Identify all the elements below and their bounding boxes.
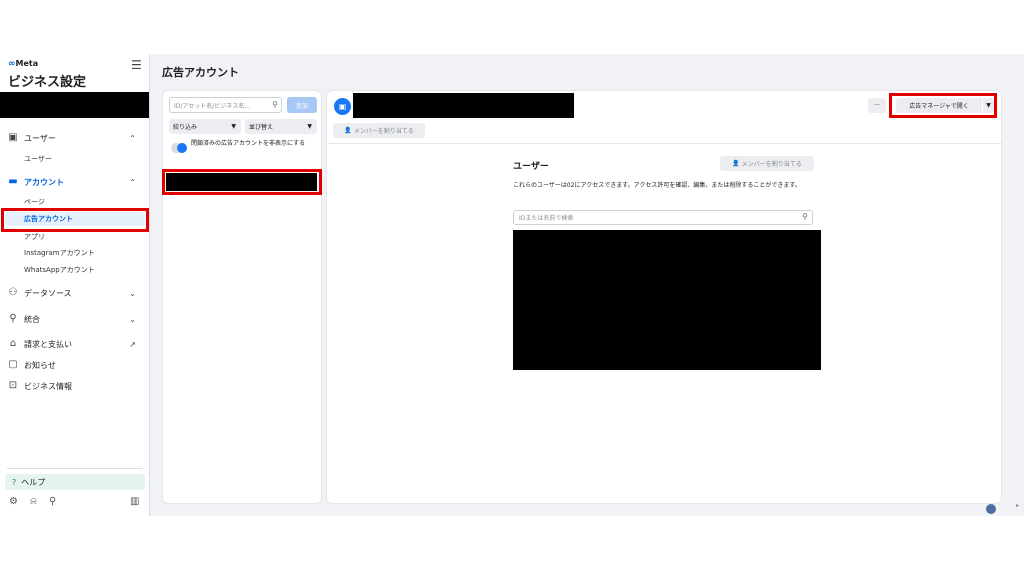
redacted-ad-account-item[interactable] [166, 173, 317, 191]
hide-closed-toggle[interactable] [171, 143, 187, 153]
user-search-input[interactable]: IDまたは名前で検索 ⚲ [513, 210, 813, 225]
person-icon: 👤 [344, 127, 354, 134]
briefcase-icon: ⊡ [8, 380, 18, 391]
assign-member-button-secondary[interactable]: 👤 メンバーを割り当てる [720, 156, 814, 171]
chevron-up-icon: ⌃ [129, 133, 136, 143]
bell-icon[interactable]: ⍾ [30, 496, 37, 507]
sidebar-item-integrations[interactable]: ⚲ 統合 ⌄ [0, 311, 148, 327]
redacted-user-list [513, 230, 821, 370]
ad-account-detail-panel: ▣ 👤 メンバーを割り当てる ··· 広告マネージャで開く ▼ ユーザー 👤 メ… [326, 90, 1003, 504]
sidebar-footer-icons: ⚙ ⍾ ⚲ [9, 496, 65, 507]
folder-icon: ▬ [8, 176, 18, 187]
open-in-ads-manager-button[interactable]: 広告マネージャで開く [896, 98, 982, 113]
caret-down-icon: ▼ [231, 123, 236, 130]
menu-icon[interactable]: ☰ [131, 58, 142, 72]
search-icon: ⚲ [802, 212, 808, 221]
app-frame: ∞Meta ビジネス設定 ☰ ▣ ユーザー ⌃ ユーザー ▬ アカウント ⌃ ペ… [0, 54, 1024, 516]
sidebar-subitem-users[interactable]: ユーザー [0, 151, 148, 167]
users-description: これらのユーザーは02にアクセスできます。アクセス許可を確認、編集、または削除す… [513, 182, 801, 189]
ad-account-list-panel: ID/アセット名/ビジネス名... ⚲ 追加 絞り込み ▼ 並び替え ▼ 閉鎖済みの広… [162, 90, 322, 504]
sidebar-subitem-ad-accounts[interactable]: 広告アカウント [0, 211, 148, 227]
meta-logo[interactable]: ∞Meta [8, 59, 38, 69]
sidebar-item-billing[interactable]: ⌂ 請求と支払い ↗ [0, 336, 148, 352]
sort-dropdown[interactable]: 並び替え ▼ [245, 119, 317, 134]
sidebar-item-data-sources[interactable]: ⚇ データソース ⌄ [0, 285, 148, 301]
users-icon: ▣ [8, 132, 18, 143]
sidebar-subitem-pages[interactable]: ページ [0, 194, 148, 210]
sidebar-item-business-info[interactable]: ⊡ ビジネス情報 [0, 378, 148, 394]
detail-divider [327, 143, 1003, 144]
help-button[interactable]: ? ヘルプ [5, 474, 145, 490]
sidebar-divider [7, 468, 143, 469]
redacted-account-name [353, 93, 574, 118]
search-icon: ⚲ [272, 100, 278, 109]
external-link-icon: ↗ [129, 339, 136, 349]
gear-icon[interactable]: ⚙ [9, 496, 18, 507]
redacted-business-name [0, 92, 149, 118]
sidebar: ∞Meta ビジネス設定 ☰ ▣ ユーザー ⌃ ユーザー ▬ アカウント ⌃ ペ… [0, 54, 150, 516]
account-search-input[interactable]: ID/アセット名/ビジネス名... ⚲ [169, 97, 282, 113]
sidebar-subitem-whatsapp[interactable]: WhatsAppアカウント [0, 262, 148, 278]
chevron-down-icon: ⌄ [129, 314, 136, 324]
caret-down-icon: ▼ [986, 102, 991, 109]
person-icon: 👤 [732, 160, 742, 167]
users-section-title: ユーザー [513, 162, 549, 172]
sidebar-item-users[interactable]: ▣ ユーザー ⌃ [0, 130, 148, 146]
more-options-button[interactable]: ··· [868, 98, 886, 113]
business-settings-title: ビジネス設定 [8, 75, 87, 90]
sidebar-item-notifications[interactable]: ▢ お知らせ [0, 357, 148, 373]
assign-member-button[interactable]: 👤 メンバーを割り当てる [333, 123, 425, 138]
toggle-knob [177, 143, 187, 153]
chevron-up-icon: ⌃ [129, 177, 136, 187]
ad-account-icon: ▣ [334, 98, 351, 115]
sidebar-subitem-apps[interactable]: アプリ [0, 229, 148, 245]
chevron-down-icon: ⌄ [129, 288, 136, 298]
help-icon: ? [12, 477, 17, 487]
bank-icon: ⌂ [9, 338, 17, 349]
integrations-icon: ⚲ [9, 313, 17, 324]
caret-down-icon: ▼ [307, 123, 312, 130]
hide-closed-label: 閉鎖済みの広告アカウントを非表示にする [191, 140, 306, 147]
sidebar-item-accounts[interactable]: ▬ アカウント ⌃ [0, 174, 148, 190]
search-icon[interactable]: ⚲ [49, 496, 56, 507]
globe-icon[interactable] [986, 504, 996, 514]
sidebar-subitem-instagram[interactable]: Instagramアカウント [0, 245, 148, 261]
notifications-icon: ▢ [8, 359, 18, 370]
data-sources-icon: ⚇ [8, 287, 18, 298]
add-button[interactable]: 追加 [287, 97, 317, 113]
meta-infinity-icon: ∞ [8, 59, 16, 69]
filter-dropdown[interactable]: 絞り込み ▼ [169, 119, 241, 134]
page-title: 広告アカウント [162, 66, 239, 79]
open-dropdown-caret[interactable]: ▼ [983, 98, 994, 113]
scroll-right-icon[interactable]: ▸ [1016, 502, 1019, 509]
panel-toggle-icon[interactable]: ▥ [130, 496, 139, 507]
